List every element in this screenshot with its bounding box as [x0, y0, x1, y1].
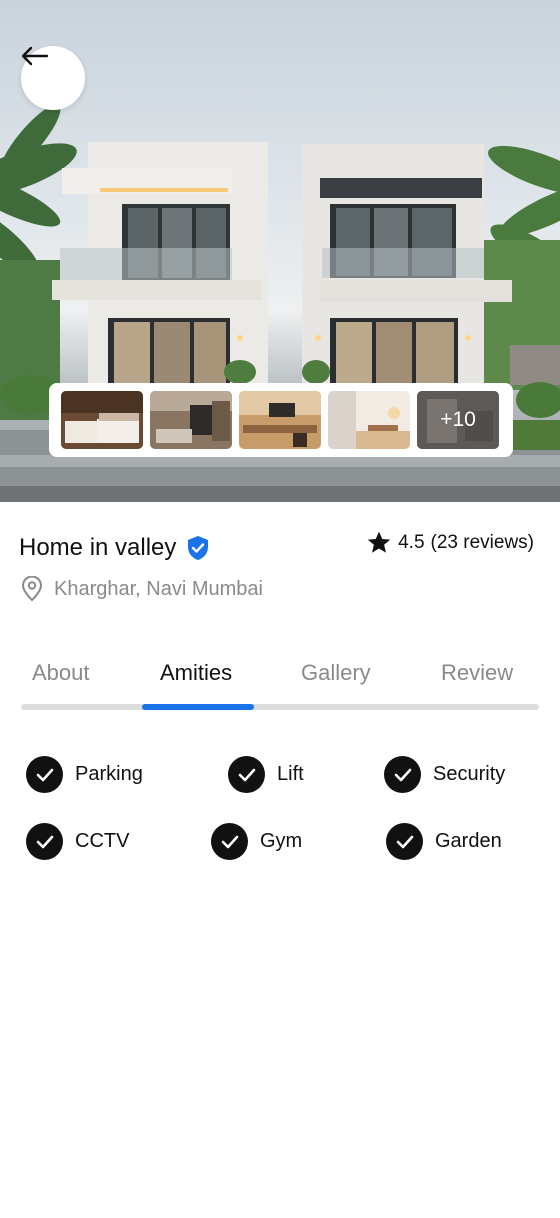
property-title-row: Home in valley	[19, 534, 210, 562]
amenity-label: CCTV	[75, 830, 130, 852]
tab-gallery[interactable]: Gallery	[301, 660, 371, 686]
tab-amities[interactable]: Amities	[160, 660, 232, 686]
check-circle-icon	[228, 756, 265, 793]
check-circle-icon	[26, 756, 63, 793]
star-icon	[367, 531, 391, 553]
amenity-lift: Lift	[228, 756, 304, 793]
check-circle-icon	[386, 823, 423, 860]
amenity-parking: Parking	[26, 756, 143, 793]
gallery-thumbnail-study[interactable]	[239, 391, 321, 449]
rating-value: 4.5	[398, 531, 425, 553]
tab-track	[21, 704, 539, 710]
amenity-cctv: CCTV	[26, 823, 129, 860]
gallery-thumbnail-living-room[interactable]	[150, 391, 232, 449]
amenity-label: Parking	[75, 763, 143, 785]
arrow-left-icon	[21, 46, 49, 66]
rating-summary[interactable]: 4.5 (23 reviews)	[366, 530, 534, 555]
location-row: Kharghar, Navi Mumbai	[20, 576, 263, 602]
gallery-more-button[interactable]: +10	[417, 391, 499, 449]
amenity-label: Garden	[435, 830, 502, 852]
check-circle-icon	[384, 756, 421, 793]
check-circle-icon	[26, 823, 63, 860]
gallery-more-count: +10	[440, 408, 476, 431]
amenity-security: Security	[384, 756, 505, 793]
check-circle-icon	[211, 823, 248, 860]
location-pin-icon	[21, 576, 43, 602]
tab-active-indicator	[142, 704, 254, 710]
location-text: Kharghar, Navi Mumbai	[54, 577, 263, 600]
amenity-garden: Garden	[386, 823, 502, 860]
amenity-label: Lift	[277, 763, 304, 785]
tab-review[interactable]: Review	[441, 660, 513, 686]
detail-tabs: About Amities Gallery Review	[21, 660, 539, 710]
property-title: Home in valley	[19, 534, 177, 561]
amenity-gym: Gym	[211, 823, 302, 860]
gallery-thumbnail-dining[interactable]	[328, 391, 410, 449]
reviews-count: (23 reviews)	[430, 531, 534, 553]
tab-about[interactable]: About	[32, 660, 90, 686]
back-button[interactable]	[21, 46, 85, 110]
gallery-thumbnail-strip: +10	[49, 383, 513, 457]
hero-image: +10	[0, 0, 560, 502]
amenity-label: Security	[433, 763, 506, 785]
amenity-label: Gym	[260, 830, 303, 852]
verified-shield-icon	[188, 536, 209, 560]
gallery-thumbnail-bedroom[interactable]	[61, 391, 143, 449]
